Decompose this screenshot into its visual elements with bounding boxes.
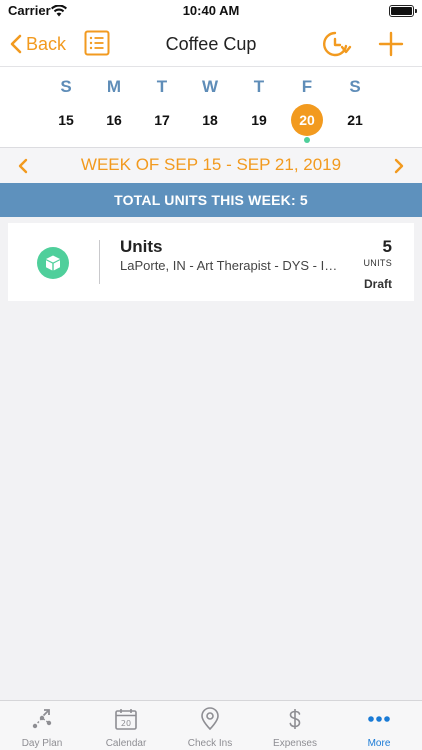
entry-indicator-dot: [304, 137, 310, 143]
tab-day-plan[interactable]: Day Plan: [0, 701, 84, 750]
entry-unit-count: 5: [382, 237, 392, 256]
add-button[interactable]: [377, 30, 405, 58]
chevron-right-icon: [394, 158, 404, 173]
tab-label: Check Ins: [187, 738, 233, 749]
box-icon: [37, 247, 69, 279]
back-button[interactable]: Back: [10, 30, 66, 58]
week-range-label: WEEK OF SEP 15 - SEP 21, 2019: [80, 155, 342, 174]
list-icon: [84, 30, 110, 56]
tab-label: More: [367, 738, 391, 749]
day-number: 15: [58, 112, 74, 128]
tab-check-ins[interactable]: Check Ins: [168, 701, 252, 750]
clock-history-icon: [323, 31, 352, 57]
history-button[interactable]: [320, 28, 352, 60]
day-letter: M: [106, 77, 122, 96]
entry-unit-label: UNITS: [363, 258, 392, 268]
day-number: 17: [154, 112, 170, 128]
battery-icon: [389, 5, 417, 17]
day-cell-tue[interactable]: T 17: [138, 67, 186, 147]
status-bar: Carrier 10:40 AM: [0, 0, 422, 22]
tab-label: Expenses: [273, 738, 317, 749]
weekly-total-banner: TOTAL UNITS THIS WEEK: 5: [0, 183, 422, 217]
route-icon: [32, 709, 52, 729]
day-letter: F: [301, 77, 313, 96]
units-entry-card[interactable]: Units LaPorte, IN - Art Therapist - DYS …: [8, 223, 414, 301]
day-number: 16: [106, 112, 122, 128]
week-day-strip: S 15 M 16 T 17 W 18 T 19 F 20 S 21: [0, 66, 422, 148]
clock-time: 10:40 AM: [182, 3, 240, 18]
day-cell-sat[interactable]: S 21: [331, 67, 379, 147]
tab-label: Day Plan: [21, 738, 63, 749]
navigation-bar: Back Coffee Cup: [0, 22, 422, 66]
day-number: 19: [251, 112, 267, 128]
day-letter: T: [156, 77, 168, 96]
card-divider: [99, 240, 100, 284]
day-number: 18: [202, 112, 218, 128]
day-letter: T: [253, 77, 265, 96]
tab-more[interactable]: More: [337, 701, 421, 750]
status-badge: Draft: [363, 277, 392, 291]
day-cell-fri[interactable]: F 20: [283, 67, 331, 147]
next-week-button[interactable]: [384, 148, 414, 183]
location-pin-icon: [201, 707, 219, 731]
back-label: Back: [26, 33, 67, 54]
selected-day-number: 20: [291, 104, 323, 136]
chevron-left-icon: [18, 158, 28, 173]
plus-icon: [378, 31, 404, 57]
more-dots-icon: [368, 716, 390, 722]
day-letter: S: [349, 77, 361, 96]
day-number: 21: [347, 112, 363, 128]
calendar-icon-date: 20: [121, 719, 131, 728]
chevron-left-icon: [10, 34, 22, 54]
day-cell-sun[interactable]: S 15: [42, 67, 90, 147]
entry-title: Units: [120, 237, 163, 256]
entry-subtitle: LaPorte, IN - Art Therapist - DYS - Indi…: [120, 258, 340, 273]
day-letter: S: [60, 77, 72, 96]
day-cell-mon[interactable]: M 16: [90, 67, 138, 147]
tab-calendar[interactable]: 20 Calendar: [84, 701, 168, 750]
day-cell-thu[interactable]: T 19: [235, 67, 283, 147]
day-letter: W: [201, 77, 219, 96]
calendar-icon: 20: [115, 709, 137, 730]
dollar-icon: [289, 709, 301, 729]
tab-expenses[interactable]: Expenses: [253, 701, 337, 750]
tab-bar: Day Plan 20 Calendar Check Ins Expenses …: [0, 700, 422, 750]
tab-label: Calendar: [105, 738, 147, 749]
list-view-button[interactable]: [84, 30, 110, 56]
week-navigator: WEEK OF SEP 15 - SEP 21, 2019: [0, 148, 422, 183]
previous-week-button[interactable]: [8, 148, 38, 183]
day-cell-wed[interactable]: W 18: [186, 67, 234, 147]
